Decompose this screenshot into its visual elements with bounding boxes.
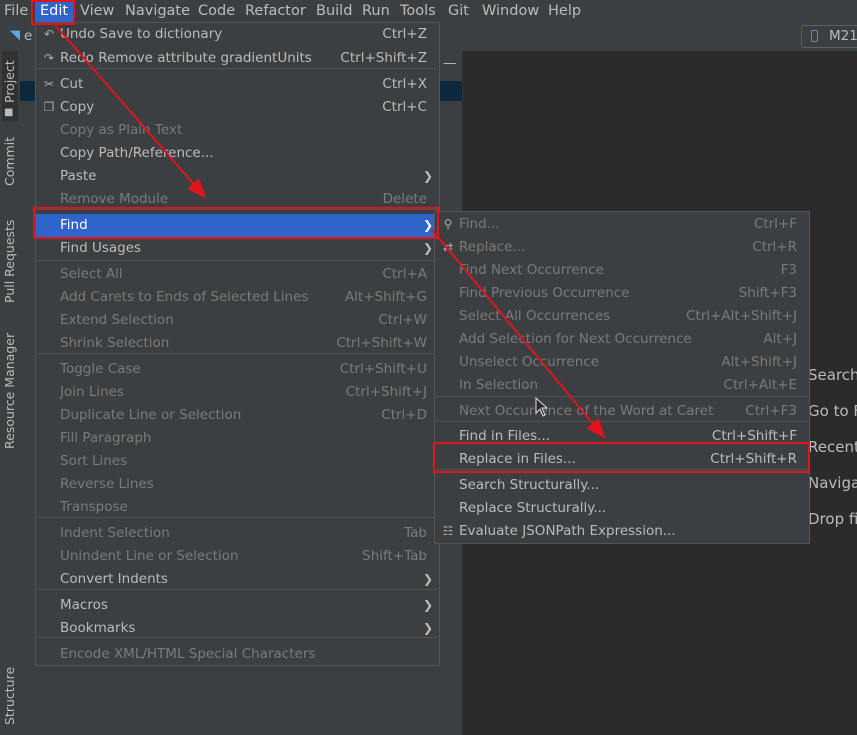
- mouse-cursor-icon: [535, 396, 549, 417]
- arrow-edit-to-find: [54, 24, 207, 199]
- annotation-arrows: [54, 24, 606, 439]
- arrow-find-to-replace: [431, 229, 606, 439]
